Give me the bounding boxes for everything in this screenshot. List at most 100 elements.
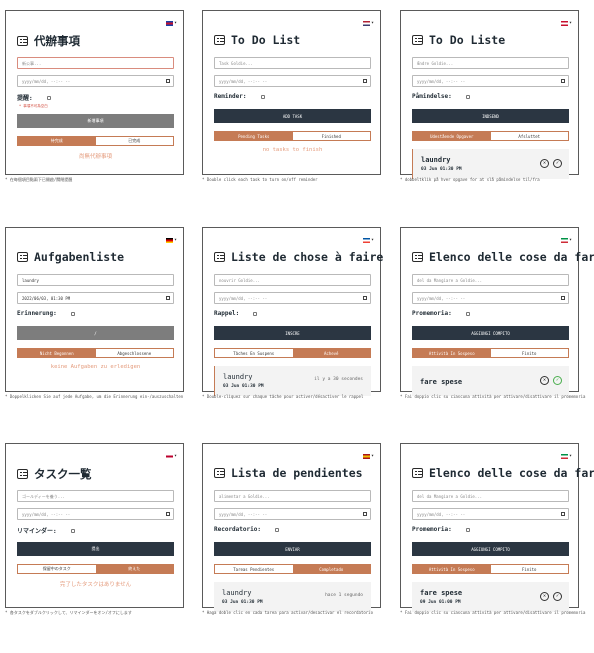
tab-pending[interactable]: Tareas Pendientes — [215, 565, 293, 573]
calendar-icon[interactable] — [561, 512, 565, 516]
language-selector[interactable]: ▾ — [362, 20, 374, 26]
reminder-label: Påmindelse: — [412, 93, 452, 100]
task-item[interactable]: laundry 03 Jun 01:30 PM hace 1 segundo — [214, 582, 371, 612]
tab-finished[interactable]: Afsluttet — [490, 132, 568, 140]
new-task-input[interactable]: alimentar a Goldie... — [214, 490, 371, 502]
reminder-checkbox[interactable] — [253, 311, 258, 316]
datetime-input[interactable]: yyyy/mm/dd, --:-- -- — [412, 508, 569, 520]
language-selector[interactable]: ▾ — [560, 237, 572, 243]
empty-message: no tasks to finish — [262, 147, 323, 153]
submit-button[interactable]: INDSEND — [412, 109, 569, 123]
task-item[interactable]: fare spese 09 Jun 01:00 PM ✕ ✓ — [412, 582, 569, 612]
reminder-row: Rappel: — [214, 310, 258, 317]
delete-task-icon[interactable]: ✕ — [540, 159, 549, 168]
complete-task-icon[interactable]: ✓ — [553, 376, 562, 385]
task-item[interactable]: fare spese ✕ ✓ — [412, 366, 569, 396]
app-title: To Do Liste — [412, 33, 505, 47]
calendar-icon[interactable] — [166, 512, 170, 516]
datetime-input[interactable]: yyyy/mm/dd, --:-- -- — [214, 292, 371, 304]
checklist-icon — [412, 252, 423, 262]
todo-app-card: ▾ Liste de chose à faire nouvrir Goldie...… — [202, 227, 383, 396]
tab-pending[interactable]: Attività In Sospeso — [413, 349, 491, 357]
new-task-input[interactable]: Ændre Goldie... — [412, 57, 569, 69]
task-item[interactable]: laundry 03 Jun 01:30 PM il y a 30 secondes — [214, 366, 371, 396]
complete-task-icon[interactable]: ✓ — [553, 159, 562, 168]
submit-button[interactable]: ENVIAR — [214, 542, 371, 556]
language-selector[interactable]: ▾ — [560, 453, 572, 459]
new-task-input[interactable]: laundry — [17, 274, 174, 286]
tab-finished[interactable]: Finito — [490, 349, 568, 357]
tab-pending[interactable]: Tâches En Suspens — [215, 349, 293, 357]
submit-button[interactable]: 提出 — [17, 542, 174, 556]
tab-pending[interactable]: Attività In Sospeso — [413, 565, 491, 573]
tab-finished[interactable]: Finished — [292, 132, 370, 140]
language-selector[interactable]: ▾ — [362, 237, 374, 243]
reminder-label: Reminder: — [214, 93, 247, 100]
calendar-icon[interactable] — [166, 296, 170, 300]
calendar-icon[interactable] — [561, 79, 565, 83]
datetime-input[interactable]: yyyy/mm/dd, --:-- -- — [17, 75, 174, 87]
reminder-checkbox[interactable] — [465, 527, 470, 532]
title-text: To Do Liste — [429, 33, 506, 47]
language-selector[interactable]: ▾ — [362, 453, 374, 459]
language-flag-icon — [560, 20, 568, 26]
tab-pending[interactable]: Pending Tasks — [215, 132, 293, 140]
calendar-icon[interactable] — [166, 79, 170, 83]
task-tabs: 保留中のタスク 終えた — [17, 564, 174, 574]
tab-finished[interactable]: Finito — [490, 565, 568, 573]
tab-pending[interactable]: Nicht Begonnen — [18, 349, 96, 357]
new-task-input[interactable]: 新公事... — [17, 57, 174, 69]
language-selector[interactable]: ▾ — [165, 20, 177, 26]
submit-button[interactable]: / — [17, 326, 174, 340]
language-selector[interactable]: ▾ — [165, 237, 177, 243]
language-selector[interactable]: ▾ — [165, 453, 177, 459]
new-task-input[interactable]: ゴールディーを養う... — [17, 490, 174, 502]
new-task-input[interactable]: nouvrir Goldie... — [214, 274, 371, 286]
new-task-input[interactable]: del da Mangiare a Goldie... — [412, 490, 569, 502]
datetime-input[interactable]: yyyy/mm/dd, --:-- -- — [412, 292, 569, 304]
reminder-checkbox[interactable] — [46, 95, 51, 100]
complete-task-icon[interactable]: ✓ — [553, 592, 562, 601]
datetime-input[interactable]: 2022/06/03, 01:30 PM — [17, 292, 174, 304]
calendar-icon[interactable] — [363, 512, 367, 516]
submit-button[interactable]: INSCRE — [214, 326, 371, 340]
chevron-down-icon: ▾ — [568, 20, 572, 26]
datetime-input[interactable]: yyyy/mm/dd, --:-- -- — [412, 75, 569, 87]
reminder-checkbox[interactable] — [70, 311, 75, 316]
task-item[interactable]: laundry 03 Jun 01:30 PM ✕ ✓ — [412, 149, 569, 179]
datetime-input[interactable]: yyyy/mm/dd, --:-- -- — [214, 75, 371, 87]
tab-pending[interactable]: Udestående Opgaver — [413, 132, 491, 140]
submit-button[interactable]: 新增事項 — [17, 114, 174, 128]
tab-finished[interactable]: Abgeschlossene — [95, 349, 173, 357]
empty-message: 完了したタスクはありません — [59, 582, 132, 588]
screenshot-grid: ▾ 代辦事項 新公事... yyyy/mm/dd, --:-- -- 提醒: * 事項不可… — [0, 0, 594, 653]
instruction-caption: * dobbeltklik på hver opgave for at slå … — [400, 177, 540, 182]
calendar-icon[interactable] — [561, 296, 565, 300]
delete-task-icon[interactable]: ✕ — [540, 376, 549, 385]
reminder-checkbox[interactable] — [70, 528, 75, 533]
calendar-icon[interactable] — [363, 79, 367, 83]
task-due-date: 09 Jun 01:00 PM — [420, 600, 461, 605]
tab-pending[interactable]: 保留中のタスク — [18, 565, 96, 573]
language-flag-icon — [362, 237, 370, 243]
tab-finished[interactable]: Completado — [292, 565, 370, 573]
reminder-checkbox[interactable] — [274, 527, 279, 532]
tab-finished[interactable]: 終えた — [95, 565, 173, 573]
submit-button[interactable]: AGGIUNGI COMPITO — [412, 326, 569, 340]
submit-button[interactable]: AGGIUNGI COMPITO — [412, 542, 569, 556]
datetime-input[interactable]: yyyy/mm/dd, --:-- -- — [17, 508, 174, 520]
reminder-checkbox[interactable] — [465, 94, 470, 99]
new-task-input[interactable]: del da Mangiare a Goldie... — [412, 274, 569, 286]
tab-finished[interactable]: Achevé — [292, 349, 370, 357]
calendar-icon[interactable] — [363, 296, 367, 300]
language-selector[interactable]: ▾ — [560, 20, 572, 26]
datetime-input[interactable]: yyyy/mm/dd, --:-- -- — [214, 508, 371, 520]
app-title: Elenco delle cose da fare — [412, 250, 594, 264]
submit-button[interactable]: ADD TASK — [214, 109, 371, 123]
reminder-checkbox[interactable] — [465, 311, 470, 316]
delete-task-icon[interactable]: ✕ — [540, 592, 549, 601]
new-task-input[interactable]: Task Goldie... — [214, 57, 371, 69]
tab-pending[interactable]: 待完成 — [18, 137, 96, 145]
reminder-checkbox[interactable] — [260, 94, 265, 99]
tab-finished[interactable]: 已完成 — [95, 137, 173, 145]
